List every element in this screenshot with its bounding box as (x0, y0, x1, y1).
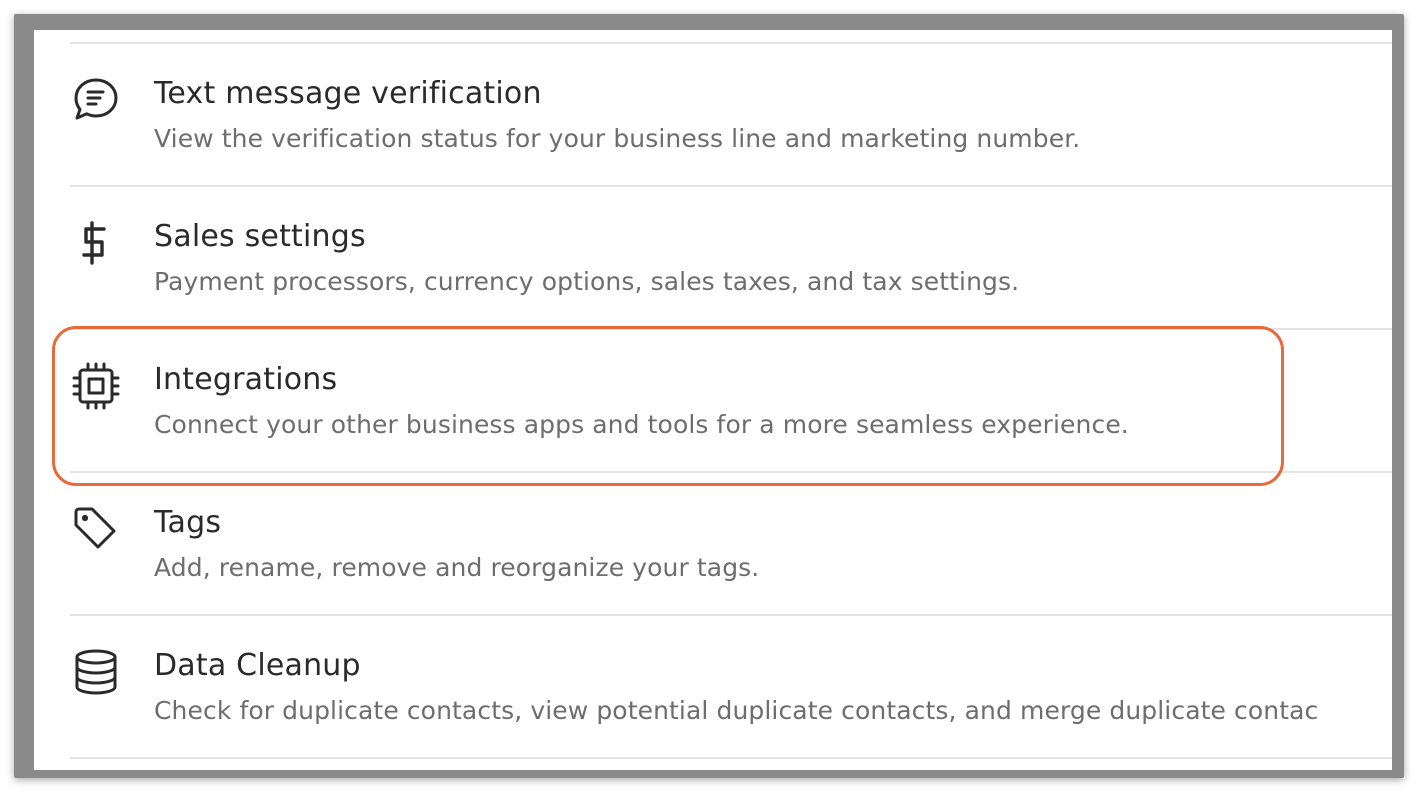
settings-item-sales-settings[interactable]: Sales settings Payment processors, curre… (70, 187, 1392, 330)
item-title: Text message verification (154, 76, 542, 111)
settings-panel: Text message verification View the verif… (34, 30, 1392, 770)
item-description: Check for duplicate contacts, view poten… (154, 696, 1319, 725)
settings-item-text-message-verification[interactable]: Text message verification View the verif… (70, 44, 1392, 187)
item-description: Add, rename, remove and reorganize your … (154, 553, 760, 582)
screenshot-frame: Text message verification View the verif… (14, 14, 1404, 778)
database-icon (70, 646, 122, 698)
item-title: Sales settings (154, 219, 366, 254)
item-title: Data Cleanup (154, 648, 361, 683)
item-title: Integrations (154, 362, 338, 397)
settings-item-data-cleanup[interactable]: Data Cleanup Check for duplicate contact… (70, 616, 1392, 759)
settings-list: Text message verification View the verif… (70, 42, 1392, 759)
settings-item-integrations[interactable]: Integrations Connect your other business… (70, 330, 1392, 473)
item-description: Connect your other business apps and too… (154, 410, 1129, 439)
tag-icon (70, 503, 122, 555)
chat-bubble-icon (70, 74, 122, 126)
chip-icon (70, 360, 122, 412)
item-title: Tags (154, 505, 222, 540)
item-description: Payment processors, currency options, sa… (154, 267, 1020, 296)
dollar-icon (70, 217, 122, 269)
settings-item-tags[interactable]: Tags Add, rename, remove and reorganize … (70, 473, 1392, 616)
item-description: View the verification status for your bu… (154, 124, 1081, 153)
